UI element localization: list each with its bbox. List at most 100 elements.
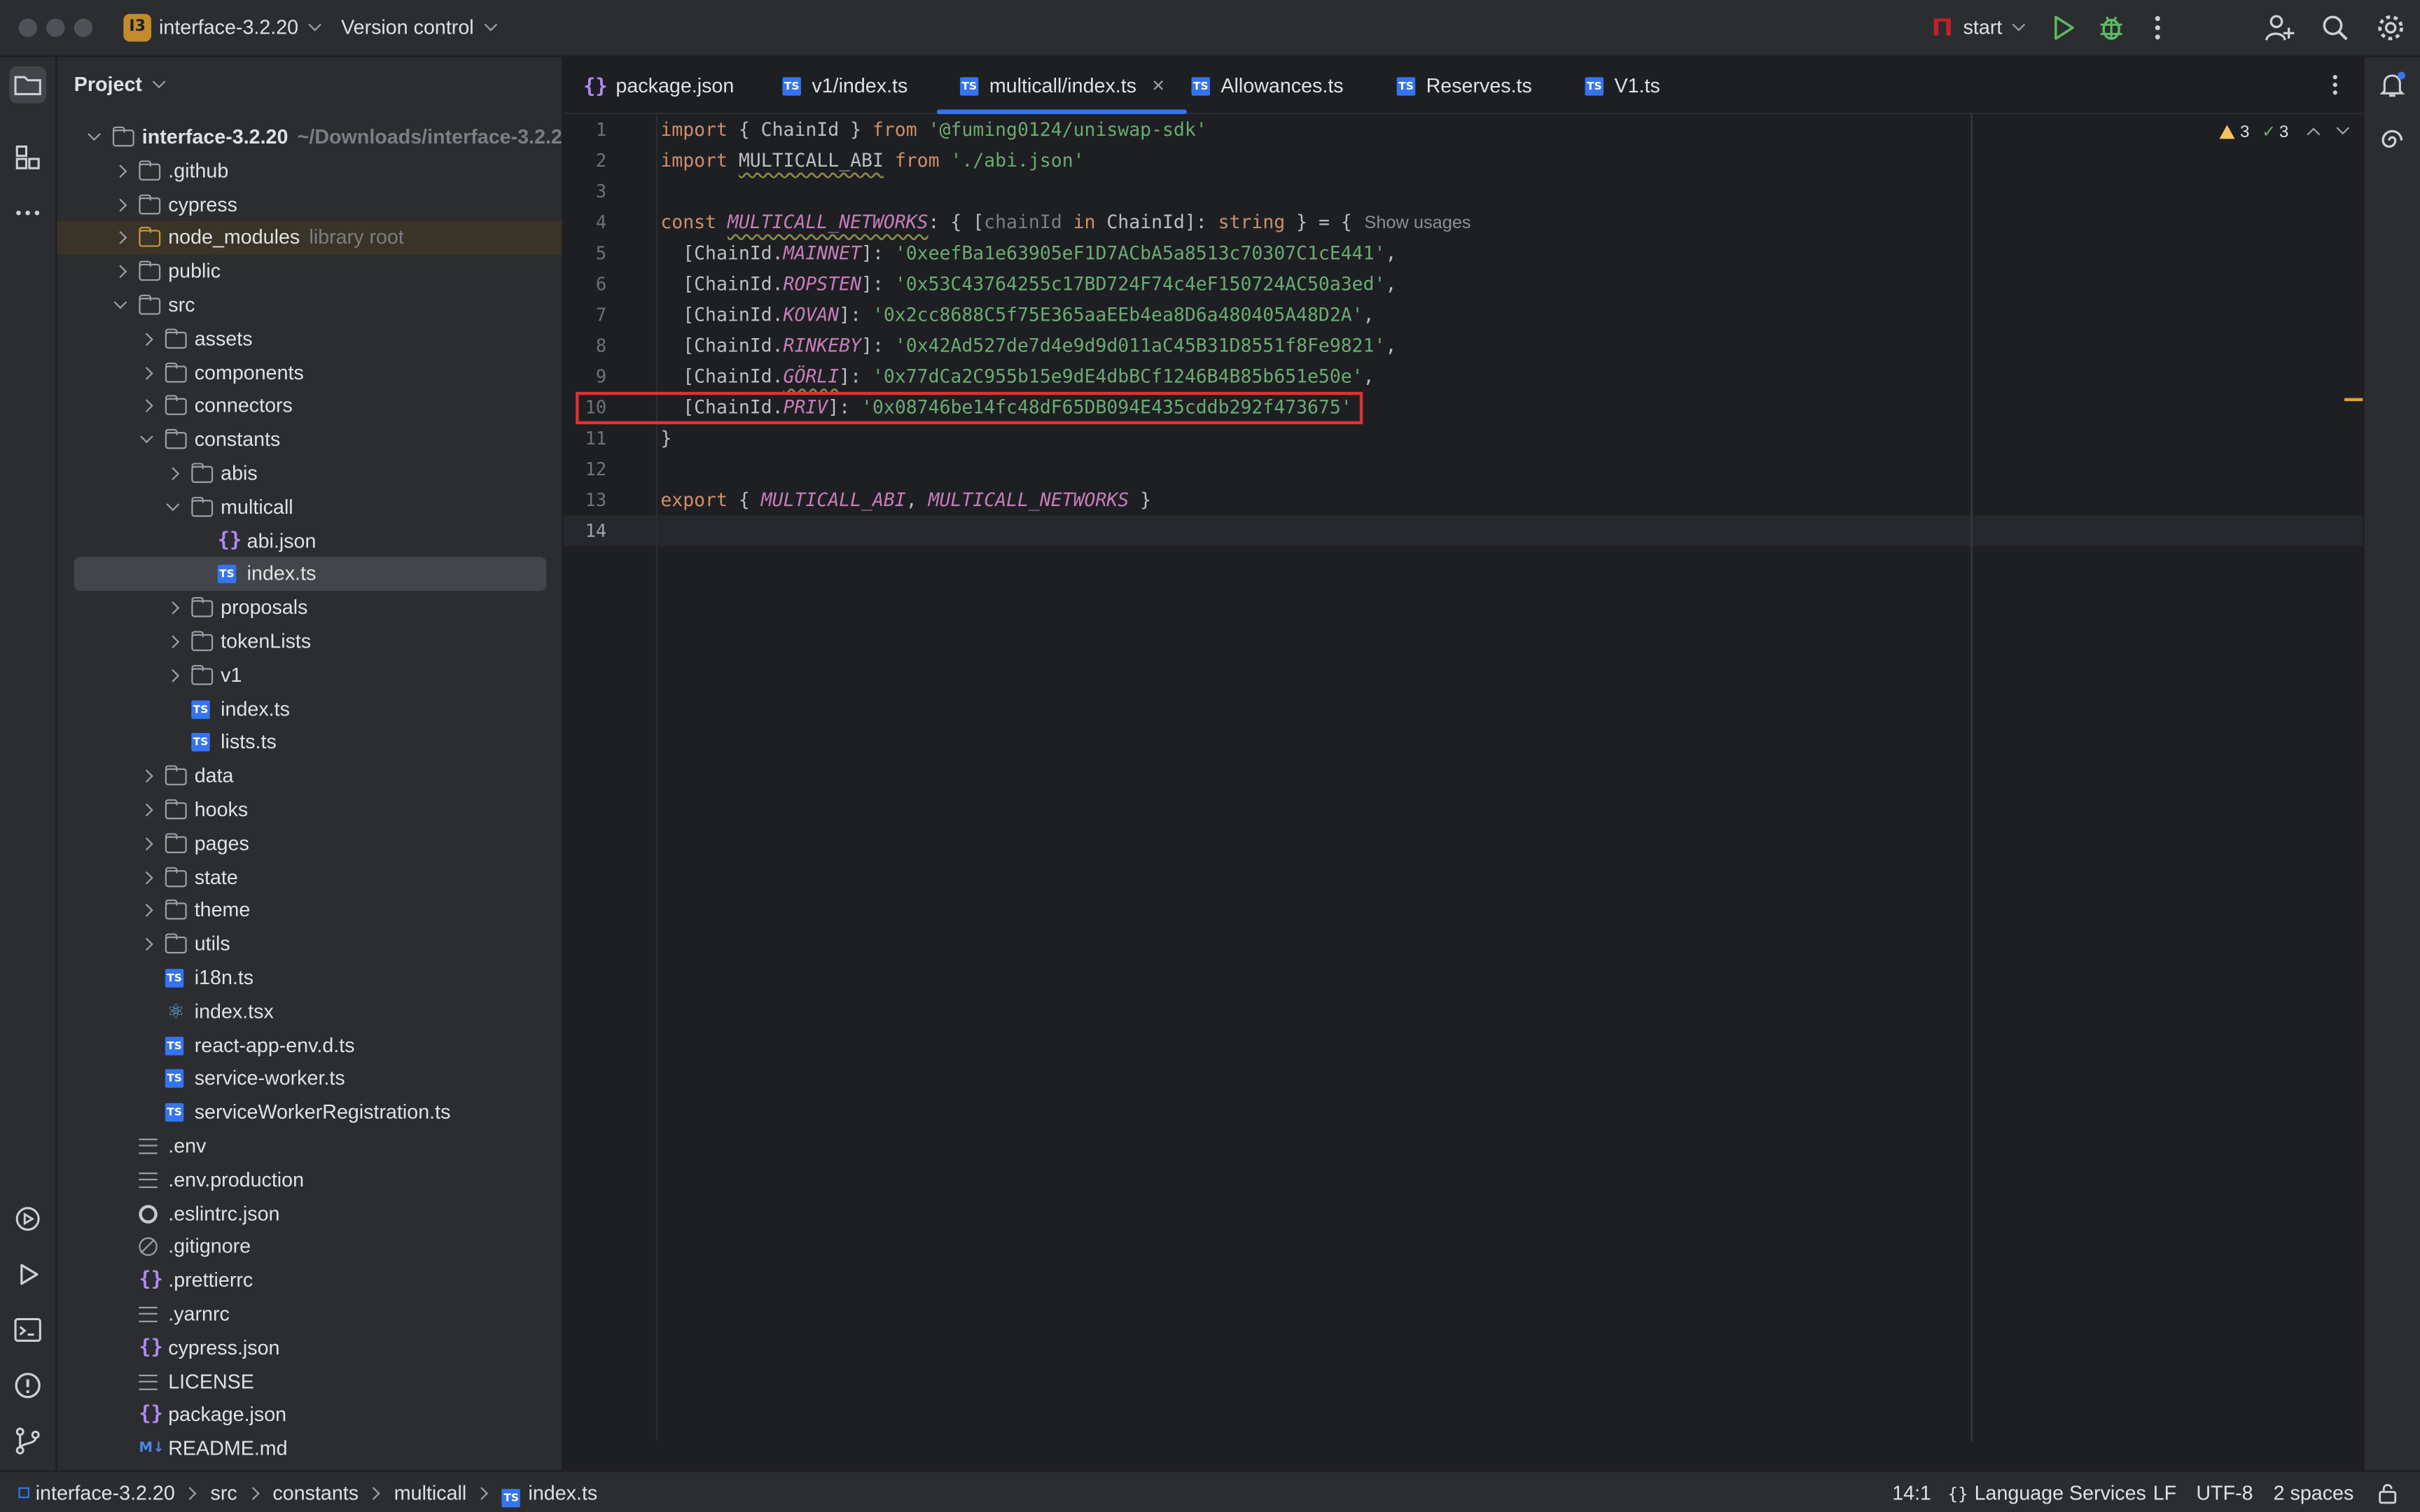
ai-assistant-spiral-icon[interactable] bbox=[2374, 122, 2411, 159]
tree-folder-row[interactable]: constants bbox=[57, 423, 562, 456]
chevron-right-icon[interactable] bbox=[137, 894, 155, 927]
breadcrumb-item[interactable]: interface-3.2.20 bbox=[36, 1481, 175, 1504]
project-folder-icon[interactable] bbox=[9, 66, 47, 104]
minimize-window-button[interactable] bbox=[46, 18, 65, 37]
caret-position[interactable]: 14:1 bbox=[1892, 1481, 1931, 1504]
line-ending-selector[interactable]: LF bbox=[2153, 1481, 2176, 1504]
tree-folder-row[interactable]: .github bbox=[57, 154, 562, 188]
settings-gear-icon[interactable] bbox=[2375, 13, 2406, 43]
chevron-down-icon[interactable] bbox=[2336, 121, 2350, 135]
run-config-selector[interactable]: start bbox=[1933, 15, 2026, 38]
tree-folder-row[interactable]: data bbox=[57, 760, 562, 793]
tab-actions-more-icon[interactable] bbox=[2323, 71, 2347, 106]
breadcrumb-item[interactable]: src bbox=[211, 1481, 237, 1504]
tree-file-row[interactable]: .env.production bbox=[57, 1163, 562, 1196]
tree-file-row[interactable]: TS react-app-env.d.ts bbox=[57, 1028, 562, 1062]
git-branch-icon[interactable] bbox=[9, 1422, 46, 1460]
chevron-right-icon[interactable] bbox=[137, 760, 155, 793]
close-icon[interactable]: × bbox=[1152, 57, 1164, 115]
chevron-down-icon[interactable] bbox=[111, 288, 130, 322]
zoom-window-button[interactable] bbox=[74, 18, 93, 37]
tree-folder-row[interactable]: state bbox=[57, 860, 562, 894]
tree-folder-row[interactable]: multicall bbox=[57, 490, 562, 524]
tab-multicall-index-ts[interactable]: TS multicall/index.ts × bbox=[936, 57, 1185, 115]
tree-folder-row[interactable]: assets bbox=[57, 322, 562, 356]
tree-folder-row[interactable]: hooks bbox=[57, 793, 562, 827]
chevron-down-icon[interactable] bbox=[137, 423, 155, 456]
tree-folder-row[interactable]: theme bbox=[57, 894, 562, 927]
chevron-right-icon[interactable] bbox=[137, 389, 155, 423]
chevron-down-icon[interactable] bbox=[164, 490, 182, 524]
tab-package-json[interactable]: {} package.json bbox=[583, 57, 734, 115]
tree-folder-row[interactable]: cypress bbox=[57, 188, 562, 221]
code-editor[interactable]: 1 2 3 4 5 6 7 8 9 10 11 12 13 14 import { ChainId } f… bbox=[563, 114, 2363, 1441]
chevron-right-icon[interactable] bbox=[137, 827, 155, 860]
tree-file-row[interactable]: {} abi.json bbox=[57, 524, 562, 557]
tab-v1-ts[interactable]: TS V1.ts bbox=[1585, 57, 1660, 115]
close-window-button[interactable] bbox=[18, 18, 37, 37]
indent-selector[interactable]: 2 spaces bbox=[2274, 1481, 2354, 1504]
tree-file-row[interactable]: {} .prettierrc bbox=[57, 1264, 562, 1298]
language-services-widget[interactable]: {} Language Services bbox=[1948, 1481, 2146, 1504]
tree-folder-row[interactable]: public bbox=[57, 255, 562, 288]
chevron-right-icon[interactable] bbox=[164, 592, 182, 625]
lock-icon[interactable] bbox=[2377, 1483, 2398, 1508]
project-switcher[interactable]: interface-3.2.20 bbox=[159, 15, 322, 38]
run-tool-icon[interactable] bbox=[9, 1256, 46, 1293]
tree-file-row[interactable]: TS index.ts bbox=[74, 557, 547, 592]
tree-file-row[interactable]: LICENSE bbox=[57, 1365, 562, 1399]
chevron-right-icon[interactable] bbox=[111, 255, 130, 288]
chevron-right-icon[interactable] bbox=[137, 322, 155, 356]
tree-folder-row[interactable]: src bbox=[57, 288, 562, 322]
chevron-right-icon[interactable] bbox=[137, 927, 155, 961]
search-icon[interactable] bbox=[2320, 13, 2351, 43]
notifications-bell-icon[interactable] bbox=[2374, 66, 2411, 104]
chevron-down-icon[interactable] bbox=[85, 120, 103, 154]
breadcrumb-item[interactable]: multicall bbox=[394, 1481, 467, 1504]
chevron-right-icon[interactable] bbox=[164, 456, 182, 490]
tree-folder-row[interactable]: v1 bbox=[57, 659, 562, 692]
chevron-right-icon[interactable] bbox=[164, 625, 182, 659]
tree-file-row[interactable]: ⚛ index.tsx bbox=[57, 995, 562, 1028]
services-icon[interactable] bbox=[9, 1200, 46, 1238]
tab-reserves-ts[interactable]: TS Reserves.ts bbox=[1396, 57, 1532, 115]
tree-folder-row[interactable]: connectors bbox=[57, 389, 562, 423]
chevron-right-icon[interactable] bbox=[164, 659, 182, 692]
terminal-icon[interactable] bbox=[9, 1311, 46, 1348]
problems-icon[interactable] bbox=[9, 1367, 46, 1404]
add-user-icon[interactable] bbox=[2264, 13, 2295, 43]
chevron-right-icon[interactable] bbox=[137, 356, 155, 389]
encoding-selector[interactable]: UTF-8 bbox=[2196, 1481, 2253, 1504]
more-actions-icon[interactable] bbox=[2142, 13, 2173, 43]
more-tools-icon[interactable] bbox=[9, 195, 46, 232]
tree-folder-row[interactable]: node_modules library root bbox=[57, 221, 562, 255]
inspection-widget[interactable]: 3 ✓ 3 bbox=[2220, 121, 2350, 142]
tree-file-row[interactable]: TS i18n.ts bbox=[57, 961, 562, 995]
project-view-selector[interactable]: Project bbox=[74, 73, 166, 96]
tree-file-row[interactable]: {} cypress.json bbox=[57, 1331, 562, 1365]
chevron-right-icon[interactable] bbox=[137, 860, 155, 894]
tree-file-row[interactable]: .gitignore bbox=[57, 1231, 562, 1264]
tree-file-row[interactable]: TS index.ts bbox=[57, 692, 562, 726]
chevron-right-icon[interactable] bbox=[137, 793, 155, 827]
tree-file-row[interactable]: {} package.json bbox=[57, 1399, 562, 1432]
structure-icon[interactable] bbox=[9, 139, 46, 176]
chevron-up-icon[interactable] bbox=[2307, 127, 2321, 141]
tab-v1-index-ts[interactable]: TS v1/index.ts bbox=[782, 57, 908, 115]
error-stripe-mark[interactable] bbox=[2344, 398, 2363, 402]
chevron-right-icon[interactable] bbox=[111, 221, 130, 255]
chevron-right-icon[interactable] bbox=[111, 188, 130, 221]
tree-folder-row[interactable]: pages bbox=[57, 827, 562, 860]
tab-allowances-ts[interactable]: TS Allowances.ts bbox=[1191, 57, 1344, 115]
tree-file-row[interactable]: M↓ README.md bbox=[57, 1432, 562, 1466]
tree-folder-row[interactable]: utils bbox=[57, 927, 562, 961]
tree-folder-row[interactable]: components bbox=[57, 356, 562, 389]
debug-icon[interactable] bbox=[2096, 13, 2127, 43]
chevron-right-icon[interactable] bbox=[111, 154, 130, 188]
tree-file-row[interactable]: .eslintrc.json bbox=[57, 1196, 562, 1230]
breadcrumb-item[interactable]: constants bbox=[272, 1481, 359, 1504]
tree-file-row[interactable]: TS serviceWorkerRegistration.ts bbox=[57, 1096, 562, 1129]
tree-folder-row[interactable]: abis bbox=[57, 456, 562, 490]
tree-folder-row[interactable]: proposals bbox=[57, 592, 562, 625]
tree-file-row[interactable]: .env bbox=[57, 1129, 562, 1163]
